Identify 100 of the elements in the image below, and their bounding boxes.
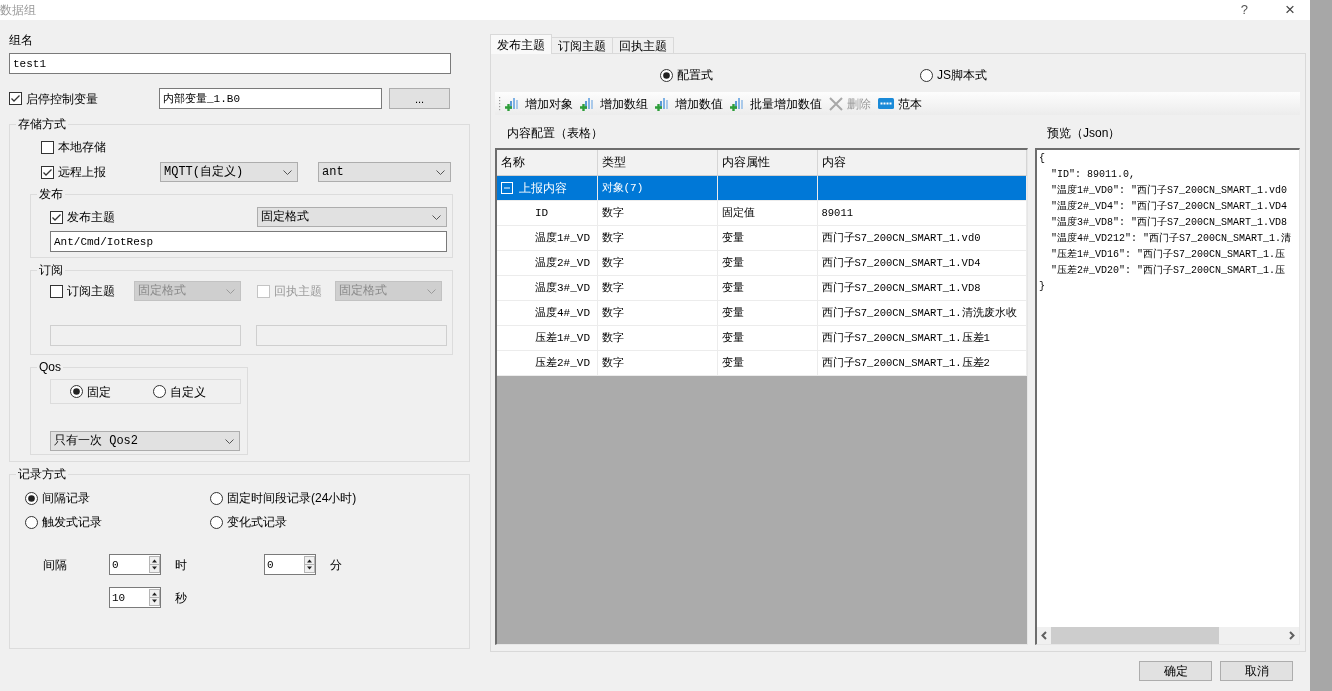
radio-label: JS脚本式 xyxy=(937,68,987,82)
section-title: 预览（Json） xyxy=(1047,126,1121,140)
number-spinner[interactable]: 0 xyxy=(109,554,161,575)
browse-button[interactable]: ... xyxy=(389,88,450,109)
table-row[interactable]: 温度4#_VD 数字 变量 西门子S7_200CN_SMART_1.清洗废水收 xyxy=(497,300,1027,325)
radio-button[interactable] xyxy=(210,515,223,529)
plus-icon xyxy=(730,95,746,112)
close-button[interactable]: × xyxy=(1285,3,1295,17)
table-cell: 数字 xyxy=(597,325,717,350)
checkbox[interactable] xyxy=(41,165,54,179)
checkbox[interactable] xyxy=(41,140,54,154)
dropdown[interactable]: 只有一次 Qos2 xyxy=(50,431,240,451)
table-row[interactable]: 压差1#_VD 数字 变量 西门子S7_200CN_SMART_1.压差1 xyxy=(497,325,1027,350)
table-row[interactable]: 温度3#_VD 数字 变量 西门子S7_200CN_SMART_1.VD8 xyxy=(497,275,1027,300)
number-spinner[interactable]: 0 xyxy=(264,554,316,575)
help-button[interactable]: ? xyxy=(1240,3,1249,17)
radio-button[interactable] xyxy=(70,385,83,398)
checkbox[interactable] xyxy=(50,210,63,224)
radio-button[interactable] xyxy=(153,385,166,398)
dropdown[interactable]: MQTT(自定义) xyxy=(160,162,298,182)
toolbar-button[interactable]: 增加数组 xyxy=(577,93,651,114)
table-row[interactable]: 温度2#_VD 数字 变量 西门子S7_200CN_SMART_1.VD4 xyxy=(497,250,1027,275)
text-field[interactable]: Ant/Cmd/IotResp xyxy=(50,231,447,252)
checkbox[interactable] xyxy=(9,92,22,105)
checkbox[interactable] xyxy=(50,284,63,298)
grip-icon[interactable] xyxy=(498,96,501,111)
table-cell: 变量 xyxy=(717,225,817,250)
table-cell: 变量 xyxy=(717,325,817,350)
tab[interactable]: 发布主题 xyxy=(490,34,552,54)
minus-box-icon[interactable] xyxy=(501,181,513,194)
table-row[interactable]: ID 数字 固定值 89011 xyxy=(497,200,1027,225)
table-cell: 温度4#_VD xyxy=(497,300,597,325)
dialog-button[interactable]: 取消 xyxy=(1220,661,1293,681)
checkbox-label: 订阅主题 xyxy=(67,284,115,298)
table-row[interactable]: 上报内容 对象(7) xyxy=(497,175,1027,200)
radio-label: 固定时间段记录(24小时) xyxy=(227,491,357,505)
code-line: "温度1#_VD0": "西门子S7_200CN_SMART_1.vd0 xyxy=(1050,183,1288,198)
radio-button[interactable] xyxy=(660,68,673,82)
table-cell: 西门子S7_200CN_SMART_1.清洗废水收 xyxy=(817,300,1027,325)
table-row[interactable]: 温度1#_VD 数字 变量 西门子S7_200CN_SMART_1.vd0 xyxy=(497,225,1027,250)
text-field[interactable]: test1 xyxy=(9,53,451,74)
table-cell: 数字 xyxy=(597,350,717,375)
code-line: "温度4#_VD212": "西门子S7_200CN_SMART_1.清 xyxy=(1050,231,1292,246)
toolbar-button[interactable]: 范本 xyxy=(875,93,925,114)
plus-icon xyxy=(580,95,596,112)
up-down-arrows-icon[interactable] xyxy=(149,589,160,606)
dropdown[interactable]: 固定格式 xyxy=(257,207,447,227)
table-cell: 数字 xyxy=(597,225,717,250)
checkbox-label: 远程上报 xyxy=(58,165,106,179)
column-header[interactable]: 内容 xyxy=(817,150,1027,175)
radio-button[interactable] xyxy=(25,491,38,505)
field-label: 组名 xyxy=(9,33,33,47)
toolbar-button[interactable]: 增加数值 xyxy=(652,93,726,114)
radio-button[interactable] xyxy=(210,491,223,505)
table-cell: 西门子S7_200CN_SMART_1.vd0 xyxy=(817,225,1027,250)
dropdown[interactable]: ant xyxy=(318,162,451,182)
column-header[interactable]: 内容属性 xyxy=(717,150,817,175)
chevron-left-icon[interactable] xyxy=(1041,631,1047,640)
column-header[interactable]: 名称 xyxy=(497,150,597,175)
column-header[interactable]: 类型 xyxy=(597,150,717,175)
up-down-arrows-icon[interactable] xyxy=(304,556,315,573)
table-cell: 西门子S7_200CN_SMART_1.压差1 xyxy=(817,325,1027,350)
radio-button[interactable] xyxy=(25,515,38,529)
group-title: Qos xyxy=(38,360,62,374)
text-field[interactable]: 内部变量_1.B0 xyxy=(159,88,382,109)
table-cell: 固定值 xyxy=(717,200,817,225)
table-cell: 西门子S7_200CN_SMART_1.压差2 xyxy=(817,350,1027,375)
table-row[interactable]: 压差2#_VD 数字 变量 西门子S7_200CN_SMART_1.压差2 xyxy=(497,350,1027,375)
number-spinner[interactable]: 10 xyxy=(109,587,161,608)
radio-label: 变化式记录 xyxy=(227,515,287,529)
radio-button[interactable] xyxy=(920,68,933,82)
unit-label: 时 xyxy=(175,557,187,572)
checkbox-label: 本地存储 xyxy=(58,140,106,154)
code-line: "压差2#_VD20": "西门子S7_200CN_SMART_1.压 xyxy=(1050,263,1286,278)
unit-label: 分 xyxy=(330,557,342,572)
toolbar-button[interactable]: 批量增加数值 xyxy=(727,93,825,114)
dialog-button[interactable]: 确定 xyxy=(1139,661,1212,681)
scrollbar-thumb[interactable] xyxy=(1051,627,1219,644)
toolbar-button[interactable]: 增加对象 xyxy=(502,93,576,114)
tab[interactable]: 回执主题 xyxy=(612,37,674,53)
table-cell: 西门子S7_200CN_SMART_1.VD8 xyxy=(817,275,1027,300)
horizontal-scrollbar[interactable] xyxy=(1037,627,1299,644)
radio-label: 间隔记录 xyxy=(42,491,90,505)
table-cell: 温度2#_VD xyxy=(497,250,597,275)
up-down-arrows-icon[interactable] xyxy=(149,556,160,573)
chevron-right-icon[interactable] xyxy=(1289,631,1295,640)
code-line: "温度2#_VD4": "西门子S7_200CN_SMART_1.VD4 xyxy=(1050,199,1288,214)
table-cell: 89011 xyxy=(817,200,1027,225)
radio-label: 固定 xyxy=(87,384,111,399)
tab[interactable]: 订阅主题 xyxy=(551,37,613,53)
chevron-down-icon xyxy=(226,288,235,294)
table-cell: 数字 xyxy=(597,300,717,325)
tile-icon xyxy=(878,98,894,109)
radio-label: 配置式 xyxy=(677,68,713,82)
chevron-down-icon xyxy=(225,438,234,444)
group-title: 发布 xyxy=(38,187,64,201)
checkbox-label: 回执主题 xyxy=(274,284,322,298)
table-cell: 变量 xyxy=(717,300,817,325)
code-line: "压差1#_VD16": "西门子S7_200CN_SMART_1.压 xyxy=(1050,247,1286,262)
chevron-down-icon xyxy=(432,214,441,220)
